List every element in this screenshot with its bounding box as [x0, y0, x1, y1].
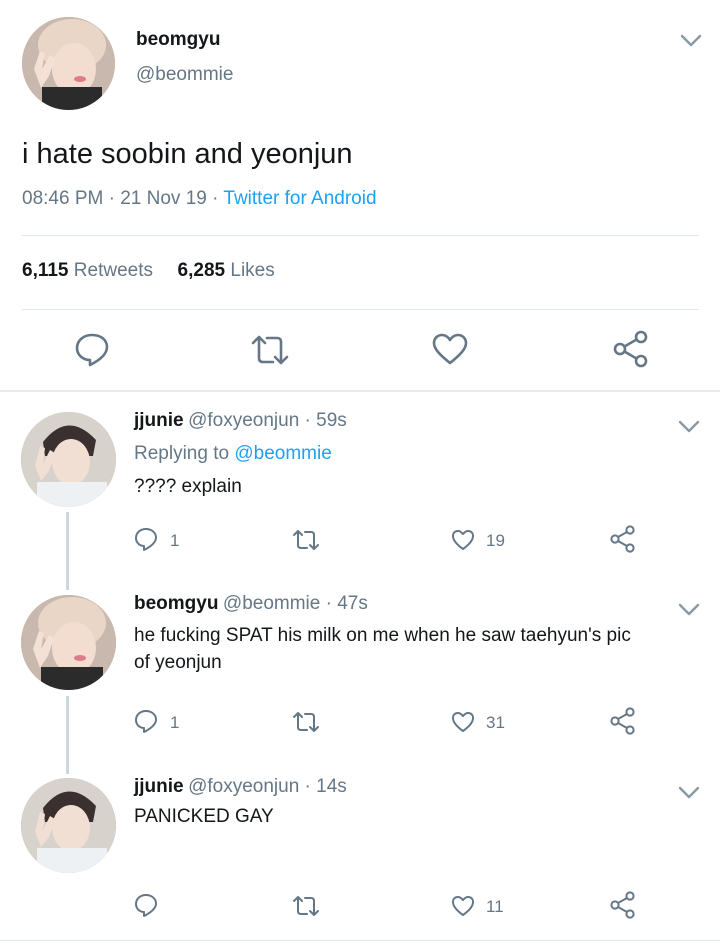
share-icon[interactable]	[610, 525, 636, 553]
tweet-date: 21 Nov 19	[120, 188, 207, 209]
tweet-stats: 6,115 Retweets 6,285 Likes	[22, 260, 275, 282]
mention-link[interactable]: @beommie	[234, 443, 331, 464]
meta-separator: ·	[108, 188, 115, 209]
meta-separator: ·	[212, 188, 219, 209]
like-count: 19	[486, 531, 505, 550]
author-name[interactable]: jjunie	[134, 776, 184, 797]
divider	[0, 940, 720, 941]
author-handle-time[interactable]: @foxyeonjun · 14s	[188, 776, 347, 797]
tweet-text: i hate soobin and yeonjun	[22, 138, 353, 170]
retweet-icon[interactable]	[249, 334, 291, 366]
replying-prefix: Replying to	[134, 443, 230, 464]
reply-icon[interactable]	[134, 527, 158, 551]
chevron-down-icon[interactable]	[680, 34, 702, 48]
tweet-source-link[interactable]: Twitter for Android	[223, 188, 376, 209]
tweet-meta: 08:46 PM · 21 Nov 19 · Twitter for Andro…	[22, 188, 377, 210]
retweets-stat[interactable]: 6,115 Retweets	[22, 260, 158, 281]
retweet-icon[interactable]	[292, 529, 320, 551]
chevron-down-icon[interactable]	[678, 603, 700, 617]
like-count: 11	[486, 897, 504, 916]
share-icon[interactable]	[610, 707, 636, 735]
thread-line	[66, 696, 69, 774]
reply-icon[interactable]	[134, 893, 158, 917]
avatar[interactable]	[21, 412, 116, 507]
reply-text-line: he fucking SPAT his milk on me when he s…	[134, 625, 631, 646]
share-icon[interactable]	[612, 330, 650, 368]
author-handle-time[interactable]: @foxyeonjun · 59s	[188, 410, 347, 431]
retweets-count: 6,115	[22, 260, 69, 281]
like-count: 31	[486, 713, 505, 732]
share-icon[interactable]	[610, 891, 636, 919]
reply-count: 1	[170, 713, 180, 732]
retweets-label: Retweets	[73, 260, 153, 281]
avatar[interactable]	[21, 595, 116, 690]
thread-line	[66, 512, 69, 590]
likes-stat[interactable]: 6,285 Likes	[178, 260, 275, 281]
reply-text: he fucking SPAT his milk on me when he s…	[134, 622, 631, 676]
retweet-icon[interactable]	[292, 895, 320, 917]
chevron-down-icon[interactable]	[678, 786, 700, 800]
author-handle-time[interactable]: @beommie · 47s	[223, 593, 368, 614]
likes-count: 6,285	[177, 260, 226, 281]
reply-text: ???? explain	[134, 476, 242, 497]
reply-icon[interactable]	[134, 709, 158, 733]
like-icon[interactable]	[432, 333, 468, 365]
avatar[interactable]	[21, 778, 116, 873]
reply-text: PANICKED GAY	[134, 806, 274, 827]
divider	[0, 390, 720, 392]
reply-icon[interactable]	[74, 331, 110, 367]
replying-to: Replying to @beommie	[134, 443, 332, 465]
reply-count: 1	[170, 531, 180, 550]
author-handle[interactable]: @beommie	[136, 64, 233, 86]
chevron-down-icon[interactable]	[678, 420, 700, 434]
like-icon[interactable]	[451, 529, 475, 551]
like-icon[interactable]	[451, 711, 475, 733]
author-name[interactable]: jjunie	[134, 410, 184, 431]
retweet-icon[interactable]	[292, 711, 320, 733]
avatar[interactable]	[22, 17, 115, 110]
divider	[22, 309, 699, 310]
author-name[interactable]: beomgyu	[134, 593, 218, 614]
divider	[22, 235, 699, 236]
like-icon[interactable]	[451, 895, 475, 917]
likes-label: Likes	[230, 260, 275, 281]
author-name[interactable]: beomgyu	[136, 29, 220, 51]
tweet-time: 08:46 PM	[22, 188, 104, 209]
reply-text-line: of yeonjun	[134, 652, 222, 673]
